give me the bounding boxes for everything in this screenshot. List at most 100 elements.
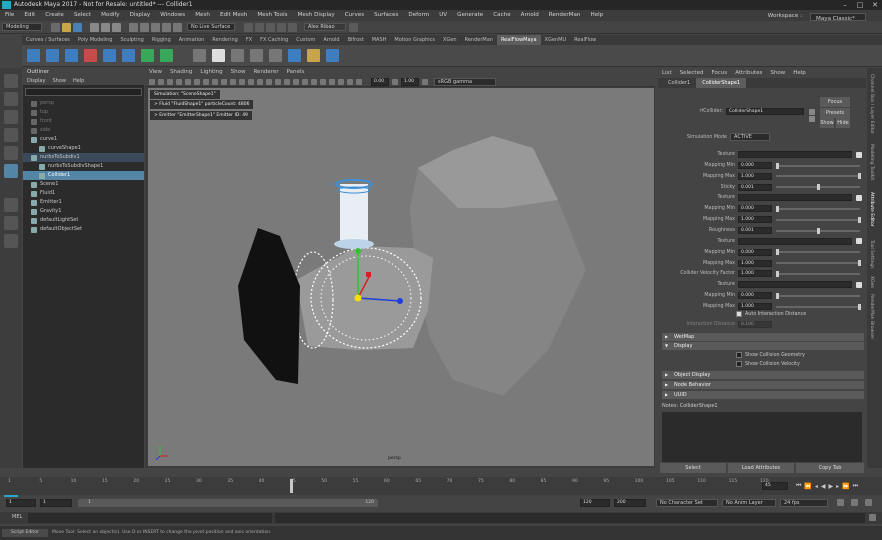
camera-near-field[interactable]: 0.00 (371, 77, 389, 86)
viewport-menu-renderer[interactable]: Renderer (253, 68, 278, 77)
texture-field[interactable] (738, 281, 852, 289)
ae-slider[interactable] (776, 184, 860, 191)
lights-icon[interactable] (284, 78, 290, 85)
options-icon[interactable] (269, 49, 282, 62)
shelf-tab-arnold[interactable]: Arnold (319, 35, 343, 45)
camera-select-icon[interactable] (149, 78, 155, 85)
snap-point-icon[interactable] (151, 22, 160, 32)
playback-start-field[interactable]: 1 (40, 499, 72, 507)
outliner-item[interactable]: front (23, 117, 144, 126)
rf-scene-icon[interactable] (27, 49, 40, 62)
ipr-render-icon[interactable] (266, 22, 275, 32)
mel-input[interactable] (28, 513, 272, 523)
safe-title-icon[interactable] (239, 78, 245, 85)
camera-far-field[interactable]: 1.00 (401, 77, 419, 86)
range-bar[interactable]: 1 120 (78, 499, 378, 507)
step-forward-icon[interactable]: ▸ (836, 483, 839, 490)
texture-field[interactable] (738, 194, 852, 202)
viewport-menu-view[interactable]: View (149, 68, 162, 77)
lasso-tool-icon[interactable] (4, 92, 18, 106)
shelf-tab-bifrost[interactable]: Bifrost (344, 35, 368, 45)
menu-file[interactable]: File (0, 10, 19, 21)
ae-slider-knob[interactable] (817, 227, 820, 234)
shelf-tab-xgenmu[interactable]: XGenMU (541, 35, 571, 45)
menu-windows[interactable]: Windows (155, 10, 190, 21)
menu-help[interactable]: Help (585, 10, 608, 21)
shelf-tab-xgen[interactable]: XGen (439, 35, 461, 45)
select-object-icon[interactable] (101, 22, 110, 32)
node-go-output-icon[interactable] (809, 116, 815, 122)
menu-select[interactable]: Select (69, 10, 96, 21)
section-display[interactable]: Display (662, 342, 864, 350)
end-time-field[interactable]: 200 (614, 499, 646, 507)
manip-center[interactable] (354, 294, 362, 302)
ae-slider-knob[interactable] (776, 162, 779, 169)
menu-generate[interactable]: Generate (452, 10, 488, 21)
help-icon[interactable] (326, 49, 339, 62)
layout-icon[interactable] (4, 234, 18, 248)
sound-icon[interactable] (865, 499, 872, 506)
ae-value-field[interactable]: 0.000 (738, 248, 772, 256)
ae-slider[interactable] (776, 249, 860, 256)
hide-button[interactable]: Hide (836, 118, 850, 128)
outliner-menu-show[interactable]: Show (52, 77, 66, 85)
xray-components-icon[interactable] (356, 78, 362, 85)
ae-value-field[interactable]: 0.001 (738, 227, 772, 234)
scale-tool-icon[interactable] (4, 164, 18, 178)
shelf-tab-fx-caching[interactable]: FX Caching (256, 35, 292, 45)
outliner-item[interactable]: Emitter1 (23, 198, 144, 207)
current-frame-field[interactable]: 45 (762, 482, 788, 490)
ae-menu-focus[interactable]: Focus (711, 68, 727, 78)
outliner-item[interactable]: Collider1 (23, 171, 144, 180)
ae-slider-knob[interactable] (858, 216, 861, 223)
shelf-tab-custom[interactable]: Custom (292, 35, 319, 45)
menu-mesh-tools[interactable]: Mesh Tools (252, 10, 292, 21)
anim-prefs-icon[interactable] (851, 499, 858, 506)
ae-value-field[interactable]: 0.001 (738, 183, 772, 191)
gamma-icon[interactable] (422, 78, 428, 85)
texture-map-icon[interactable] (856, 281, 862, 288)
export-icon[interactable] (288, 49, 301, 62)
save-scene-icon[interactable] (73, 22, 82, 32)
exposure-icon[interactable] (392, 78, 398, 85)
focus-button[interactable]: Focus (820, 97, 850, 107)
motion-blur-icon[interactable] (311, 78, 317, 85)
ae-menu-show[interactable]: Show (770, 68, 785, 78)
simulation-mode-dropdown[interactable]: ACTIVE (730, 133, 770, 141)
render-settings-icon[interactable] (277, 22, 286, 32)
snap-curve-icon[interactable] (140, 22, 149, 32)
playback-end-field[interactable]: 120 (580, 499, 610, 507)
snap-grid-icon[interactable] (129, 22, 138, 32)
select-tool-icon[interactable] (4, 74, 18, 88)
side-tab-attribute-editor[interactable]: Attribute Editor (869, 192, 874, 227)
ae-slider-knob[interactable] (817, 184, 820, 191)
rf-emitter-icon[interactable] (46, 49, 59, 62)
image-plane-icon[interactable] (176, 78, 182, 85)
maximize-button[interactable]: □ (853, 0, 867, 10)
outliner-item[interactable]: persp (23, 99, 144, 108)
menu-cache[interactable]: Cache (488, 10, 515, 21)
minimize-button[interactable]: – (838, 0, 852, 10)
ae-slider[interactable] (776, 173, 861, 180)
viewport-scene[interactable]: Simulation: "SceneShape1" > Fluid "Fluid… (148, 88, 654, 466)
xray-joints-icon[interactable] (347, 78, 353, 85)
show-button[interactable]: Show (820, 118, 834, 128)
shelf-tab-motion-graphics[interactable]: Motion Graphics (390, 35, 439, 45)
outliner-item[interactable]: curveShape1 (23, 144, 144, 153)
anim-layer-dropdown[interactable]: No Anim Layer (722, 499, 776, 507)
rf-daemon-icon[interactable] (84, 49, 97, 62)
menu-display[interactable]: Display (125, 10, 156, 21)
outliner-item[interactable]: nurbsToSubdiv1 (23, 153, 144, 162)
menu-mesh-display[interactable]: Mesh Display (293, 10, 340, 21)
outliner-item[interactable]: Scene1 (23, 180, 144, 189)
menu-uv[interactable]: UV (434, 10, 452, 21)
film-gate-icon[interactable] (194, 78, 200, 85)
ae-value-field[interactable]: 1.000 (738, 303, 772, 310)
menu-renderman[interactable]: RenderMan (544, 10, 586, 21)
rf-sphere2-icon[interactable] (160, 49, 173, 62)
menu-curves[interactable]: Curves (340, 10, 369, 21)
ae-slider-knob[interactable] (858, 173, 861, 180)
ae-slider[interactable] (776, 270, 860, 277)
shelf-tab-curves-surfaces[interactable]: Curves / Surfaces (22, 35, 74, 45)
snap-view-icon[interactable] (162, 22, 171, 32)
